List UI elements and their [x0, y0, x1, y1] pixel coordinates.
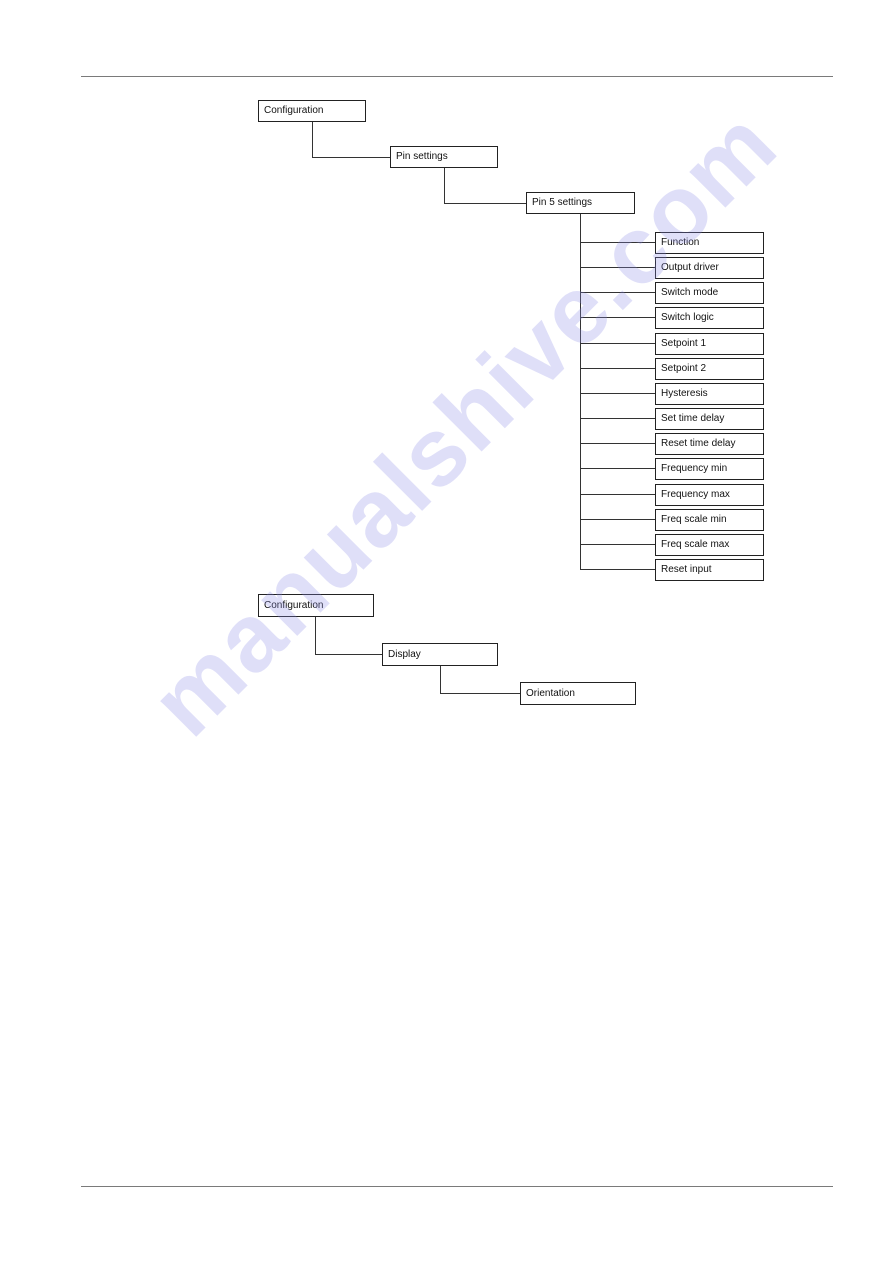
node-frequency-max: Frequency max [655, 484, 764, 506]
branch-line [580, 242, 655, 243]
node-set-time-delay: Set time delay [655, 408, 764, 430]
branch-line [580, 267, 655, 268]
header-rule [81, 76, 833, 77]
connector-line [312, 122, 313, 158]
connector-line [315, 617, 316, 655]
branch-line [580, 317, 655, 318]
branch-line [580, 544, 655, 545]
branch-line [580, 418, 655, 419]
branch-line [580, 468, 655, 469]
node-reset-input: Reset input [655, 559, 764, 581]
node-reset-time-delay: Reset time delay [655, 433, 764, 455]
node-freq-scale-max: Freq scale max [655, 534, 764, 556]
branch-line [580, 292, 655, 293]
branch-line [580, 569, 655, 570]
node-frequency-min: Frequency min [655, 458, 764, 480]
branch-line [580, 494, 655, 495]
connector-line [440, 693, 520, 694]
node-pin-5-settings: Pin 5 settings [526, 192, 635, 214]
branch-line [580, 443, 655, 444]
connector-line [440, 666, 441, 694]
node-function: Function [655, 232, 764, 254]
node-switch-logic: Switch logic [655, 307, 764, 329]
node-setpoint-2: Setpoint 2 [655, 358, 764, 380]
branch-line [580, 368, 655, 369]
node-pin-settings: Pin settings [390, 146, 498, 168]
connector-line [312, 157, 390, 158]
node-orientation: Orientation [520, 682, 636, 705]
branch-line [580, 519, 655, 520]
node-freq-scale-min: Freq scale min [655, 509, 764, 531]
branch-line [580, 343, 655, 344]
node-display: Display [382, 643, 498, 666]
connector-line [444, 168, 445, 204]
node-configuration: Configuration [258, 100, 366, 122]
footer-rule [81, 1186, 833, 1187]
node-configuration: Configuration [258, 594, 374, 617]
node-output-driver: Output driver [655, 257, 764, 279]
connector-line [315, 654, 382, 655]
node-setpoint-1: Setpoint 1 [655, 333, 764, 355]
branch-line [580, 393, 655, 394]
node-switch-mode: Switch mode [655, 282, 764, 304]
node-hysteresis: Hysteresis [655, 383, 764, 405]
connector-line [444, 203, 526, 204]
